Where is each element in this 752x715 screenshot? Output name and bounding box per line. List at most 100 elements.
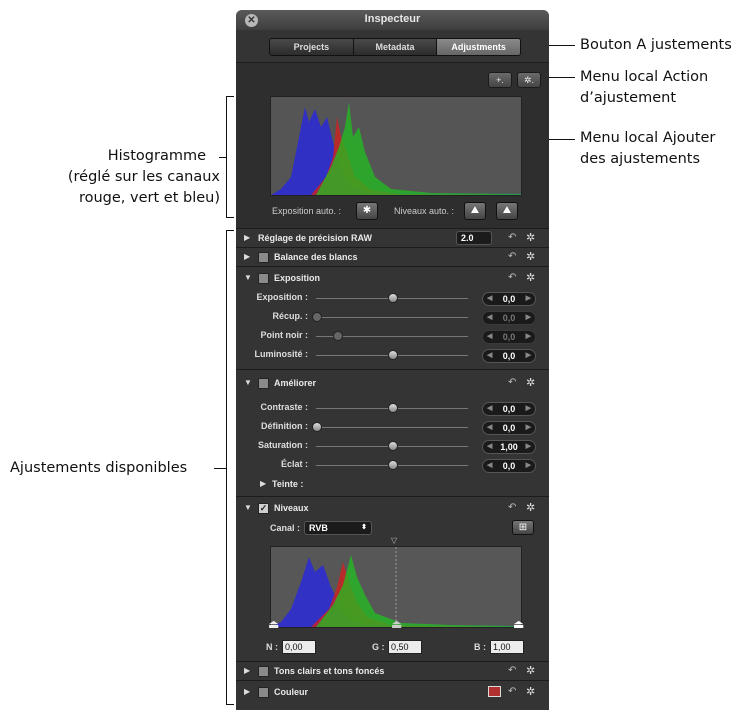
value-field[interactable]: ◀ 0,0 ▶ [482,421,536,435]
increment-icon[interactable]: ▶ [526,331,531,343]
param-slider[interactable] [316,427,468,428]
adjustment-action-button[interactable]: ✲. [517,72,541,88]
gray-point-marker-icon: ▽ [391,536,398,545]
param-slider[interactable] [316,317,468,318]
levels-grid-button[interactable]: ⊞ [512,520,534,535]
gear-icon[interactable]: ✲ [526,376,535,389]
disclosure-open-icon[interactable]: ▼ [244,378,252,387]
disclosure-closed-icon[interactable]: ▶ [244,666,250,675]
black-point-handle-icon[interactable]: ⏏ [268,617,279,631]
undo-icon[interactable]: ↶ [508,272,516,283]
tint-disclosure-icon[interactable]: ▶ [260,479,266,488]
levels-green-channel [316,555,521,627]
raw-version-popup[interactable]: 2.0 [456,231,492,245]
param-value: 0,0 [502,351,516,361]
increment-icon[interactable]: ▶ [526,350,531,362]
increment-icon[interactable]: ▶ [526,422,531,434]
annotation-available-adjustments: Ajustements disponibles [10,460,188,476]
param-value: 1,00 [500,442,518,452]
gear-icon[interactable]: ✲ [526,271,535,284]
disclosure-closed-icon[interactable]: ▶ [244,252,250,261]
increment-icon[interactable]: ▶ [526,312,531,324]
disclosure-closed-icon[interactable]: ▶ [244,687,250,696]
bracket-adjustments-bottom [226,704,234,705]
increment-icon[interactable]: ▶ [526,293,531,305]
tab-projects[interactable]: Projects [270,39,354,55]
exposure-checkbox[interactable] [258,273,269,284]
channel-popup[interactable]: RVB ⬍ [304,521,372,535]
undo-icon[interactable]: ↶ [508,232,516,243]
gray-point-field[interactable]: 0,50 [388,640,422,654]
param-label: Éclat : [280,459,308,469]
gray-point-handle-icon[interactable]: ⏏ [391,617,402,631]
add-adjustment-button[interactable]: +. [488,72,512,88]
decrement-icon[interactable]: ◀ [487,350,492,362]
value-field[interactable]: ◀ 0,0 ▶ [482,459,536,473]
decrement-icon[interactable]: ◀ [487,331,492,343]
slider-knob[interactable] [333,331,344,341]
param-value: 0,0 [502,461,516,471]
slider-knob[interactable] [388,460,398,470]
gear-icon[interactable]: ✲ [526,685,535,698]
auto-levels-rgb-button[interactable]: ⛰ [496,202,518,220]
disclosure-open-icon[interactable]: ▼ [244,273,252,282]
undo-icon[interactable]: ↶ [508,502,516,513]
decrement-icon[interactable]: ◀ [487,312,492,324]
slider-knob[interactable] [388,350,398,360]
decrement-icon[interactable]: ◀ [487,403,492,415]
gear-icon[interactable]: ✲ [526,501,535,514]
tab-metadata[interactable]: Metadata [353,39,438,55]
slider-knob[interactable] [312,312,322,322]
slider-knob[interactable] [388,441,398,451]
black-point-field[interactable]: 0,00 [282,640,316,654]
auto-exposure-label: Exposition auto. : [272,206,342,216]
auto-exposure-button[interactable]: ✱ [356,202,378,220]
undo-icon[interactable]: ↶ [508,377,516,388]
color-checkbox[interactable] [258,687,269,698]
decrement-icon[interactable]: ◀ [487,460,492,472]
enhance-checkbox[interactable] [258,378,269,389]
white-point-handle-icon[interactable]: ⏏ [513,617,524,631]
param-value: 0,0 [502,332,516,342]
slider-knob[interactable] [388,403,398,413]
undo-icon[interactable]: ↶ [508,686,516,697]
undo-icon[interactable]: ↶ [508,251,516,262]
undo-icon[interactable]: ↶ [508,665,516,676]
value-field[interactable]: ◀ 0,0 ▶ [482,330,536,344]
disclosure-open-icon[interactable]: ▼ [244,503,252,512]
gear-icon[interactable]: ✲ [526,664,535,677]
increment-icon[interactable]: ▶ [526,460,531,472]
value-field[interactable]: ◀ 0,0 ▶ [482,349,536,363]
slider-knob[interactable] [388,293,398,303]
slider-knob[interactable] [312,422,322,432]
bracket-histogram-v [226,96,227,217]
disclosure-closed-icon[interactable]: ▶ [244,233,250,242]
highlights-title: Tons clairs et tons foncés [274,666,385,676]
white-balance-checkbox[interactable] [258,252,269,263]
value-field[interactable]: ◀ 1,00 ▶ [482,440,536,454]
divider [236,680,549,681]
gear-icon[interactable]: ✲ [526,231,535,244]
decrement-icon[interactable]: ◀ [487,441,492,453]
bracket-adjustments-tick [214,468,226,469]
auto-levels-luminance-button[interactable]: ⛰ [464,202,486,220]
decrement-icon[interactable]: ◀ [487,422,492,434]
color-swatch-icon[interactable] [488,686,501,697]
gear-icon[interactable]: ✲ [526,250,535,263]
value-field[interactable]: ◀ 0,0 ▶ [482,402,536,416]
param-label: Saturation : [257,440,308,450]
levels-title: Niveaux [274,503,309,513]
value-field[interactable]: ◀ 0,0 ▶ [482,292,536,306]
value-field[interactable]: ◀ 0,0 ▶ [482,311,536,325]
levels-rgb-icon: ⛰ [502,205,512,216]
tint-label: Teinte : [272,479,304,489]
increment-icon[interactable]: ▶ [526,441,531,453]
bracket-histogram-top [226,96,234,97]
levels-checkbox[interactable]: ✓ [258,503,269,514]
levels-luminance-icon: ⛰ [470,205,480,216]
increment-icon[interactable]: ▶ [526,403,531,415]
white-point-field[interactable]: 1,00 [490,640,524,654]
decrement-icon[interactable]: ◀ [487,293,492,305]
tab-adjustments[interactable]: Adjustments [437,39,520,55]
highlights-checkbox[interactable] [258,666,269,677]
